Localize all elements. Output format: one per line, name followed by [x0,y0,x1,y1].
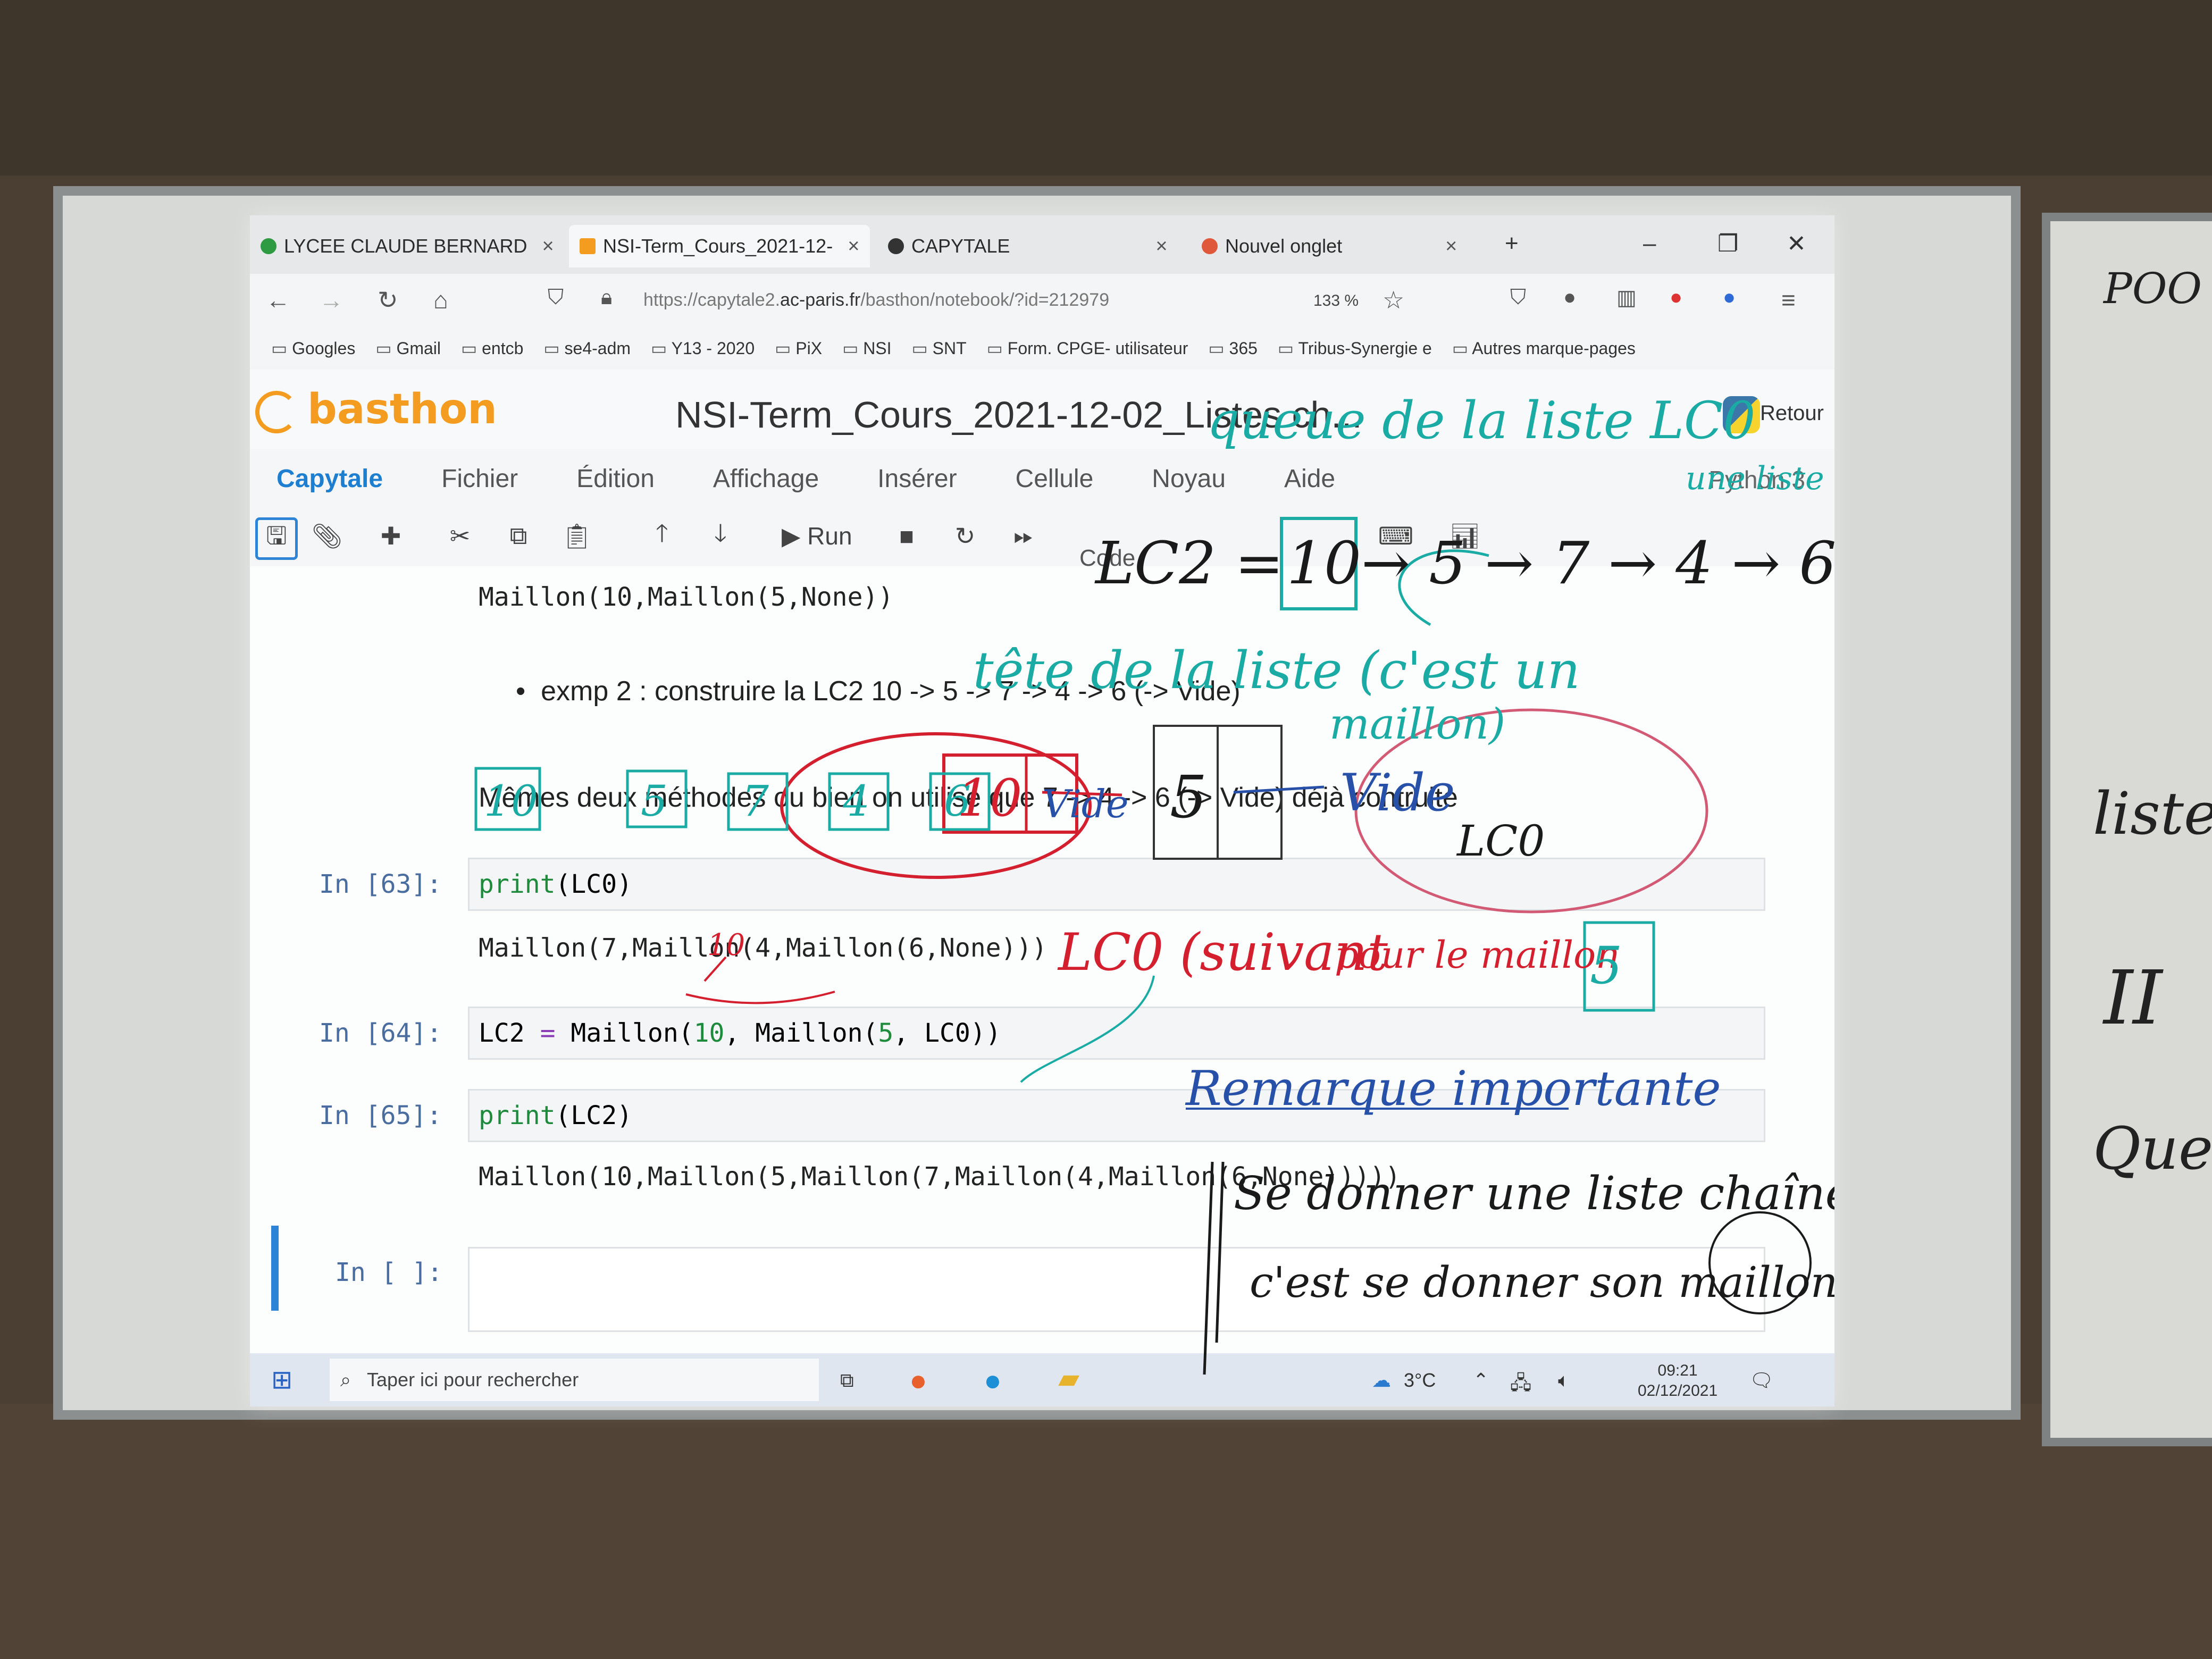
side-whiteboard: POO liste II Questi [2042,213,2212,1446]
red-box-value: 10 [957,768,1023,828]
note-queue: queue de la liste LC0 [1207,391,1756,450]
note-une-liste: une liste [1686,460,1824,497]
right-vide: Vide [1340,763,1455,823]
note-line1: Se donner une liste chaînée [1234,1167,1834,1220]
note-remarque: Remarque importante [1186,1061,1721,1117]
right-box-value: 5 [1170,763,1207,831]
chain-box-value: 5 [641,776,668,826]
note-line2: c'est se donner son maillon de tête [1250,1258,1834,1307]
chain-box-value: 7 [742,776,769,826]
chain-vide: Vide [1042,782,1129,826]
note-pour-le-maillon: pour le maillon [1335,933,1620,977]
wall-lower [0,1404,2212,1659]
projected-screen: LYCEE CLAUDE BERNARD × NSI-Term_Cours_20… [250,215,1834,1406]
board-note: POO [2104,264,2202,313]
small-box-value: 5 [1590,936,1623,995]
chain-box-value: 10 [484,776,538,826]
board-note: Questi [2093,1115,2212,1183]
board-note: II [2104,955,2163,1042]
chain-box-value: 4 [843,776,870,826]
note-maillon: maillon) [1329,699,1506,749]
note-lc2-chain: → 5 → 7 → 4 → 6 [1361,529,1834,597]
note-tete: tête de la liste (c'est un [973,641,1580,700]
right-lc0: LC0 [1457,816,1545,866]
note-lc2-head: 10 [1287,529,1361,597]
board-note: liste [2093,780,2212,848]
note-lc2-eq: LC2 = [1095,529,1284,597]
note-ten: 10 [707,928,745,962]
wall [0,0,2212,175]
